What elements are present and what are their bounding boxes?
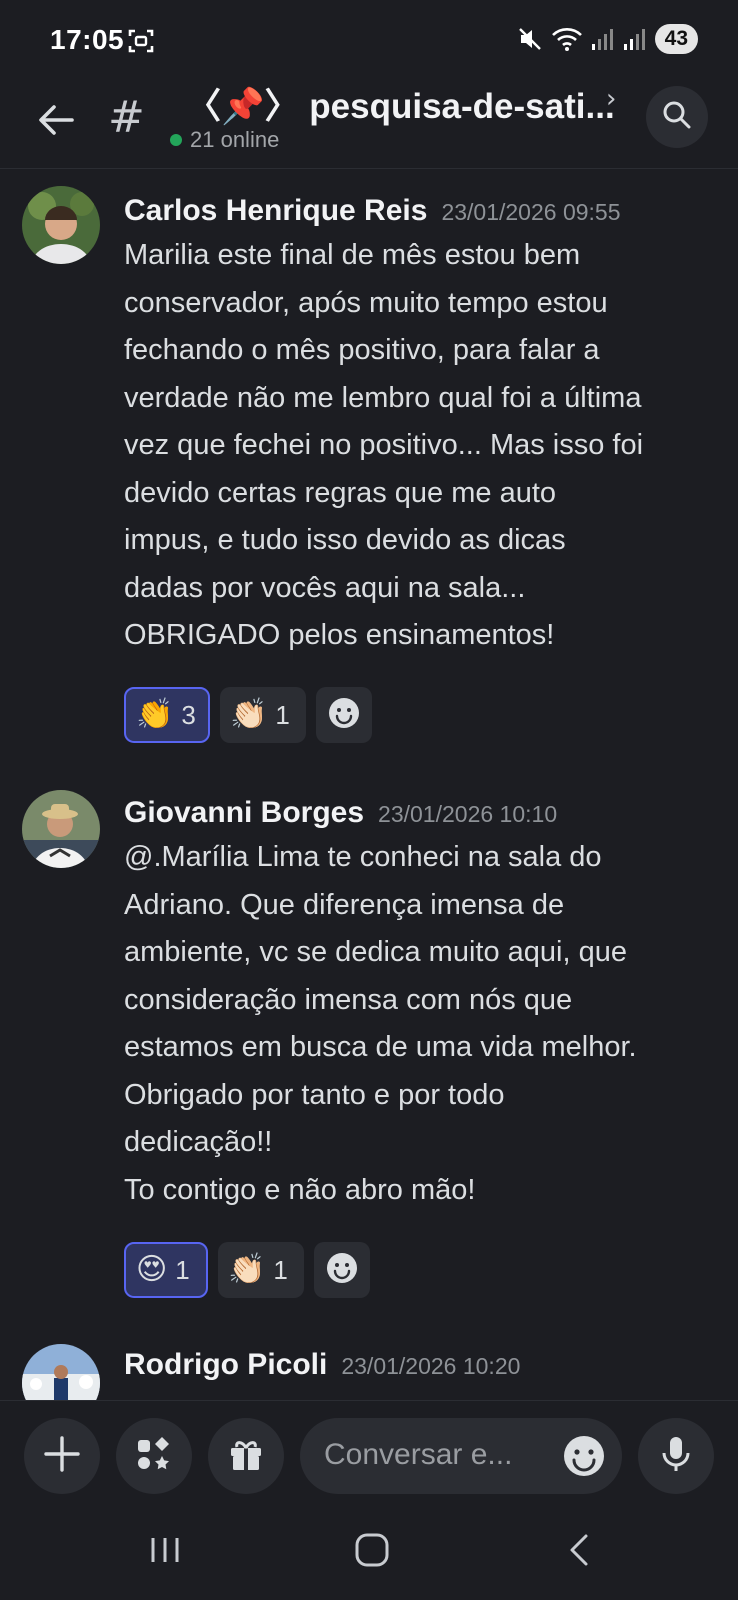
voice-message-button[interactable] xyxy=(638,1418,714,1494)
mute-icon xyxy=(517,26,543,52)
battery-level: 43 xyxy=(654,24,698,54)
status-time: 17:05 xyxy=(50,24,125,55)
message-content: Marilia este final de mês estou bem cons… xyxy=(124,239,644,651)
message-author[interactable]: Carlos Henrique Reis 23/01/2026 09:55 xyxy=(124,194,621,228)
reaction-clap[interactable]: 👏 3 xyxy=(124,687,210,743)
channel-hash-icon: # xyxy=(108,92,145,143)
recent-apps-icon[interactable] xyxy=(148,1532,182,1573)
smiley-icon xyxy=(327,696,361,735)
message-timestamp: 23/01/2026 10:20 xyxy=(341,1353,521,1379)
clap-light-emoji-icon: 👏🏻 xyxy=(228,1253,266,1286)
message-timestamp: 23/01/2026 10:10 xyxy=(378,801,558,827)
add-attachment-button[interactable] xyxy=(24,1418,100,1494)
system-nav-bar xyxy=(0,1510,738,1600)
reaction-count: 1 xyxy=(275,699,290,730)
reaction-count: 1 xyxy=(273,1254,288,1285)
avatar[interactable] xyxy=(22,790,100,868)
clap-emoji-icon: 👏 xyxy=(136,698,174,731)
chevron-right-icon[interactable]: › xyxy=(606,84,616,114)
channel-header: # 〈📌〉 pesquisa-de-sati... › 21 online xyxy=(0,80,738,169)
online-count: 21 online xyxy=(190,127,280,152)
reaction-count: 1 xyxy=(175,1254,190,1285)
reaction-heart-eyes[interactable]: 😍 1 xyxy=(124,1242,208,1298)
search-icon xyxy=(660,98,694,137)
reaction-clap-light[interactable]: 👏🏻 1 xyxy=(218,1242,304,1298)
gift-button[interactable] xyxy=(208,1418,284,1494)
signal-icon xyxy=(623,26,647,52)
message-author[interactable]: Giovanni Borges 23/01/2026 10:10 xyxy=(124,796,557,830)
back-icon[interactable] xyxy=(566,1532,592,1573)
add-reaction-button[interactable] xyxy=(316,687,372,743)
emoji-picker-icon[interactable] xyxy=(562,1434,606,1478)
status-bar: 17:05 43 xyxy=(0,0,738,80)
online-status: 21 online xyxy=(170,127,279,153)
reaction-clap-light[interactable]: 👏🏻 1 xyxy=(220,687,306,743)
heart-eyes-emoji-icon: 😍 xyxy=(136,1253,168,1286)
search-button[interactable] xyxy=(646,86,708,148)
reaction-count: 3 xyxy=(181,699,196,730)
apps-button[interactable] xyxy=(116,1418,192,1494)
message[interactable]: Rodrigo Picoli 23/01/2026 10:20 xyxy=(0,1340,738,1400)
signal-icon xyxy=(591,26,615,52)
screenshot-icon xyxy=(128,28,154,54)
gift-icon xyxy=(226,1434,266,1479)
wifi-icon xyxy=(551,26,583,52)
reaction-bar: 😍 1 👏🏻 1 xyxy=(124,1242,370,1298)
message-author[interactable]: Rodrigo Picoli 23/01/2026 10:20 xyxy=(124,1348,520,1382)
avatar[interactable] xyxy=(22,186,100,264)
microphone-icon xyxy=(656,1434,696,1479)
message-timestamp: 23/01/2026 09:55 xyxy=(441,199,621,225)
avatar[interactable] xyxy=(22,1344,100,1400)
reaction-bar: 👏 3 👏🏻 1 xyxy=(124,687,372,743)
plus-icon xyxy=(42,1434,82,1479)
clap-light-emoji-icon: 👏🏻 xyxy=(230,698,268,731)
smiley-icon xyxy=(325,1251,359,1290)
message-input-placeholder: Conversar e... xyxy=(324,1438,513,1471)
add-reaction-button[interactable] xyxy=(314,1242,370,1298)
message-input[interactable]: Conversar e... xyxy=(300,1418,622,1494)
message-composer: Conversar e... xyxy=(0,1400,738,1511)
home-icon[interactable] xyxy=(354,1532,390,1573)
back-arrow-icon[interactable] xyxy=(34,98,78,142)
channel-name[interactable]: 〈📌〉 pesquisa-de-sati... xyxy=(186,78,615,129)
apps-icon xyxy=(134,1434,174,1479)
online-dot-icon xyxy=(170,134,182,146)
message-content: @.Marília Lima te conheci na sala do Adr… xyxy=(124,841,637,1206)
